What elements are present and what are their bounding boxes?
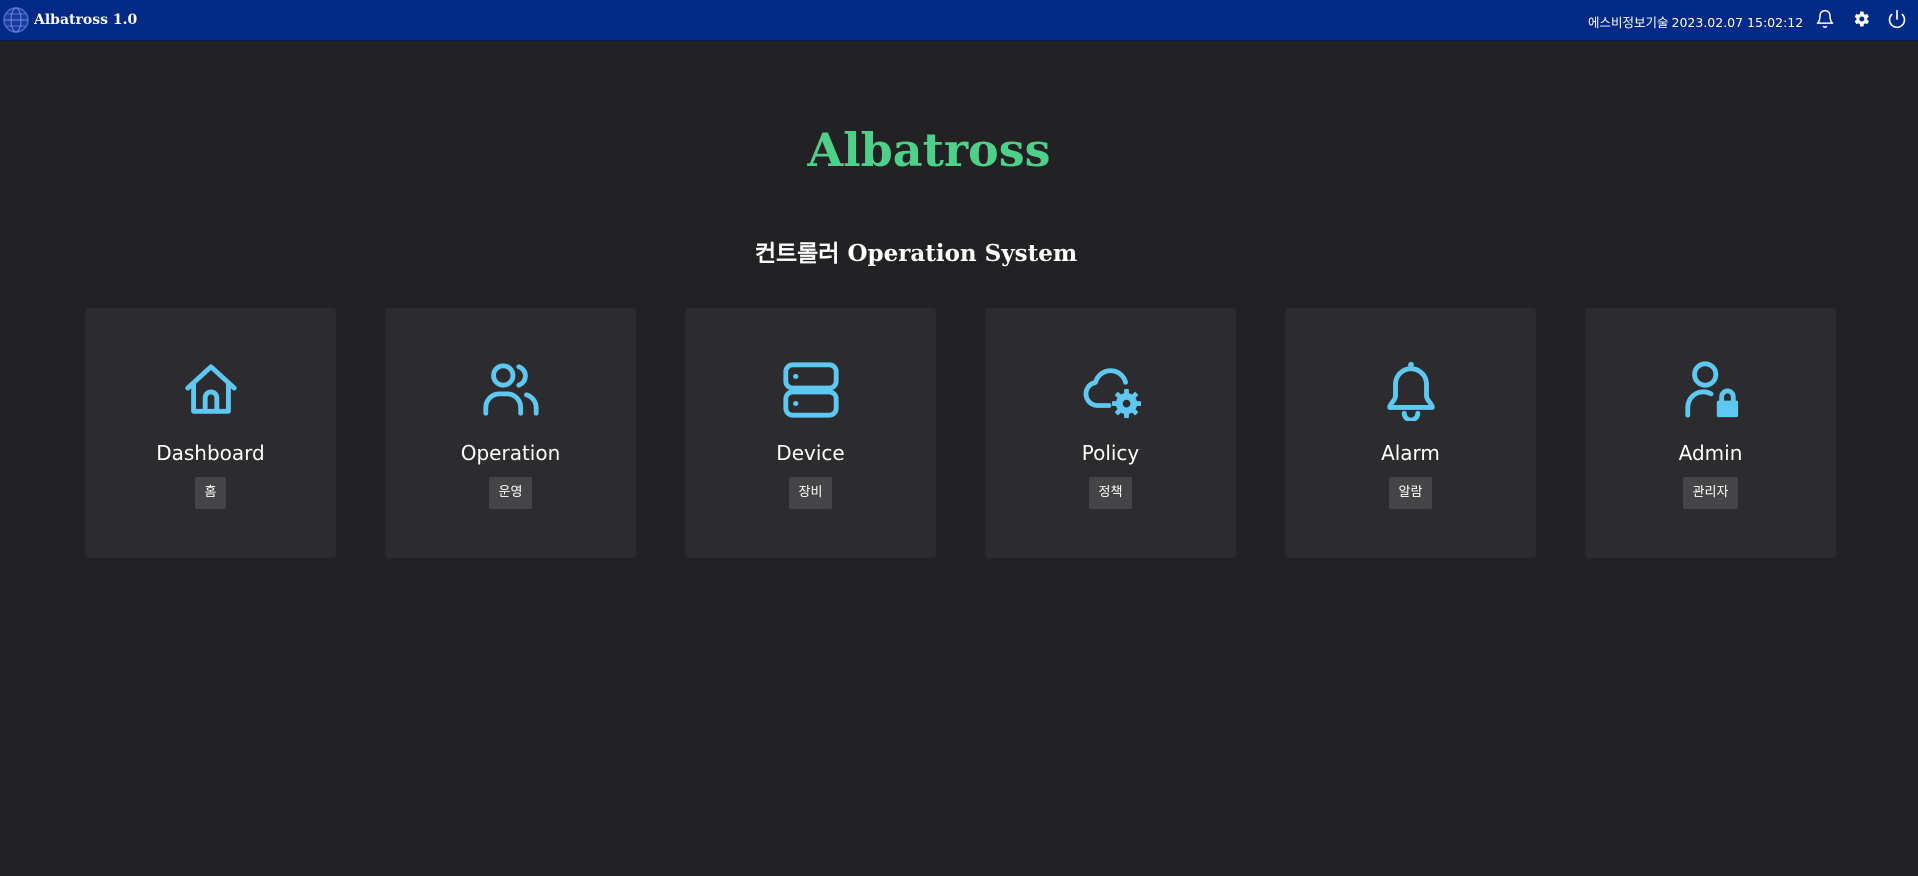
home-icon (180, 359, 242, 421)
card-badge: 알람 (1388, 477, 1433, 509)
cloud-gear-icon (1080, 359, 1142, 421)
card-badge: 장비 (788, 477, 833, 509)
page-title: Albatross (807, 123, 1051, 177)
card-policy[interactable]: Policy 정책 (985, 308, 1236, 558)
company-name: 에스비정보기술 (1588, 15, 1669, 30)
card-dashboard[interactable]: Dashboard 홈 (85, 308, 336, 558)
card-badge: 정책 (1088, 477, 1133, 509)
card-title: Policy (1081, 441, 1140, 465)
card-title: Device (776, 441, 845, 465)
power-icon[interactable] (1887, 9, 1907, 29)
bell-icon (1380, 359, 1442, 421)
bell-icon[interactable] (1815, 9, 1835, 29)
card-title: Admin (1678, 441, 1743, 465)
app-title[interactable]: Albatross 1.0 (34, 12, 137, 28)
card-title: Alarm (1381, 441, 1440, 465)
gear-icon[interactable] (1851, 9, 1871, 29)
card-operation[interactable]: Operation 운영 (385, 308, 636, 558)
users-icon (480, 359, 542, 421)
top-bar: Albatross 1.0 에스비정보기술 2023.02.07 15:02:12 (0, 0, 1918, 41)
page-subtitle: 컨트롤러 Operation System (754, 240, 1078, 267)
card-device[interactable]: Device 장비 (685, 308, 936, 558)
card-badge: 관리자 (1682, 477, 1739, 509)
server-icon (780, 359, 842, 421)
card-alarm[interactable]: Alarm 알람 (1285, 308, 1536, 558)
card-badge: 운영 (488, 477, 533, 509)
card-title: Dashboard (156, 441, 265, 465)
current-datetime: 2023.02.07 15:02:12 (1671, 15, 1804, 30)
card-badge: 홈 (194, 477, 227, 509)
status-text: 에스비정보기술 2023.02.07 15:02:12 (1588, 12, 1803, 31)
card-admin[interactable]: Admin 관리자 (1585, 308, 1836, 558)
card-title: Operation (460, 441, 561, 465)
logo-globe-icon[interactable] (2, 6, 30, 34)
user-lock-icon (1680, 359, 1742, 421)
